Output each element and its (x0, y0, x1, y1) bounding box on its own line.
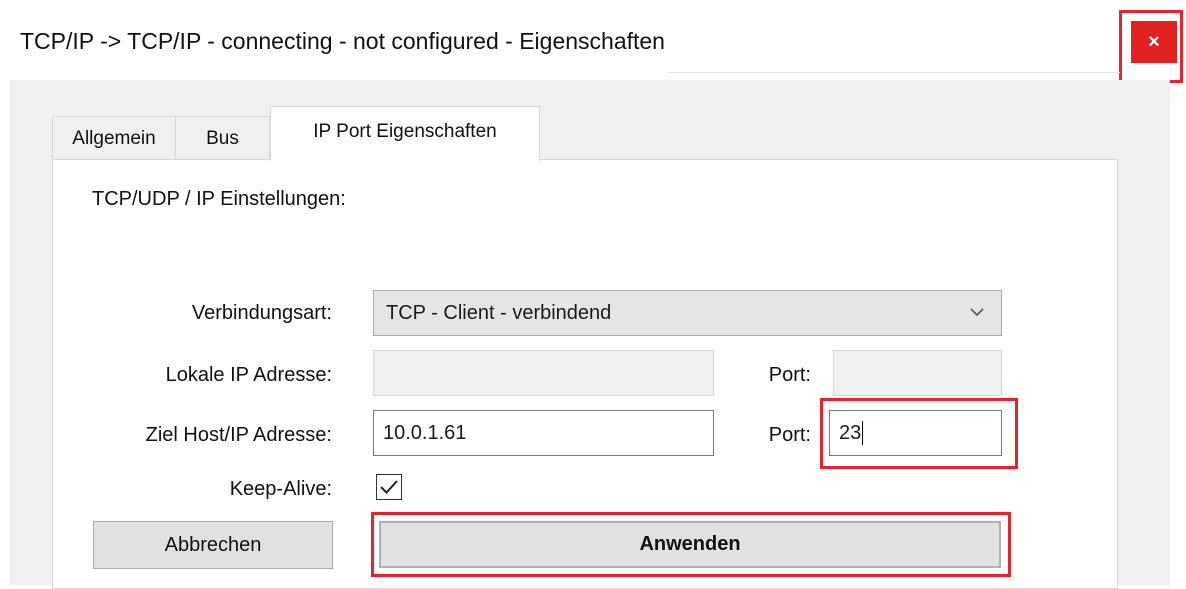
title-separator (668, 72, 1120, 73)
local-port-label: Port: (768, 364, 811, 386)
connection-type-label: Verbindungsart: (191, 302, 332, 324)
close-button-highlight (1119, 10, 1183, 83)
local-ip-label: Lokale IP Adresse: (165, 364, 332, 386)
connection-type-select[interactable]: TCP - Client - verbindend (373, 290, 1002, 336)
window-title: TCP/IP -> TCP/IP - connecting - not conf… (20, 28, 665, 54)
section-title: TCP/UDP / IP Einstellungen: (92, 188, 346, 210)
target-host-field[interactable]: 10.0.1.61 (373, 410, 714, 456)
checkmark-icon (380, 480, 398, 494)
tab-allgemein[interactable]: Allgemein (52, 116, 176, 160)
keep-alive-label: Keep-Alive: (229, 478, 332, 500)
tab-bus[interactable]: Bus (176, 116, 270, 160)
connection-type-value: TCP - Client - verbindend (386, 301, 612, 324)
cancel-button[interactable]: Abbrechen (93, 521, 333, 569)
apply-button-highlight (371, 512, 1011, 577)
chevron-down-icon (970, 308, 984, 317)
target-port-highlight (820, 398, 1018, 469)
local-port-field[interactable] (833, 350, 1002, 396)
local-ip-field[interactable] (373, 350, 714, 396)
tab-ip-port-eigenschaften[interactable]: IP Port Eigenschaften (270, 106, 540, 161)
keep-alive-checkbox[interactable] (376, 474, 402, 500)
target-host-label: Ziel Host/IP Adresse: (145, 424, 332, 446)
target-host-value: 10.0.1.61 (383, 421, 467, 444)
target-port-label: Port: (768, 424, 811, 446)
